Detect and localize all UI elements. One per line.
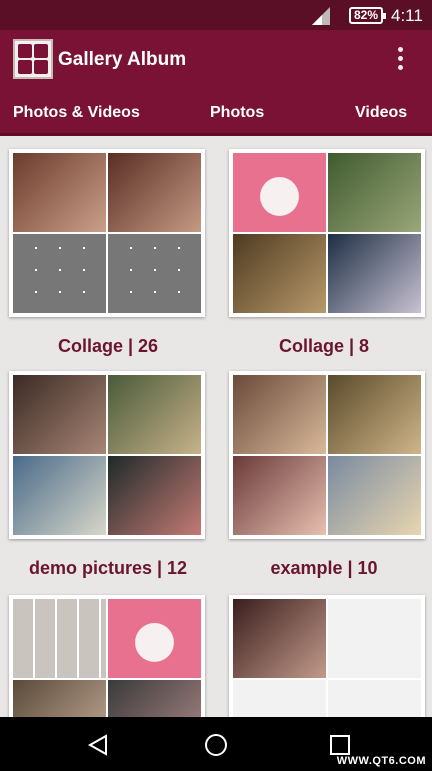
clock: 4:11	[391, 6, 423, 25]
collage-preview	[13, 599, 201, 717]
tab-photos-videos[interactable]: Photos & Videos	[13, 104, 140, 122]
app-bar: Gallery Album	[0, 30, 432, 90]
album-caption: demo pictures | 12	[28, 558, 188, 578]
home-icon[interactable]	[204, 733, 228, 757]
album-caption: Collage | 26	[57, 336, 159, 356]
album-grid: Collage | 26 Collage | 8 demo pictures |…	[0, 139, 432, 717]
album-thumbnail[interactable]	[229, 595, 425, 717]
overflow-menu-icon[interactable]	[390, 45, 410, 75]
tab-videos[interactable]: Videos	[355, 104, 407, 122]
album-caption: example | 10	[270, 558, 378, 578]
battery-indicator: 82%	[349, 7, 386, 24]
status-bar: 82% 4:11	[0, 0, 432, 30]
album-thumbnail[interactable]	[229, 149, 425, 317]
album-thumbnail[interactable]	[9, 595, 205, 717]
album-thumbnail[interactable]	[229, 371, 425, 539]
page-title: Gallery Album	[58, 49, 187, 70]
album-caption: Collage | 8	[278, 336, 370, 356]
navigation-bar: WWW.QT6.COM	[0, 717, 432, 771]
album-thumbnail[interactable]	[9, 149, 205, 317]
app-logo-icon	[13, 39, 53, 79]
signal-icon	[312, 7, 330, 25]
collage-preview	[233, 375, 421, 535]
collage-preview	[13, 375, 201, 535]
watermark: WWW.QT6.COM	[336, 755, 426, 767]
collage-preview	[13, 153, 201, 313]
collage-preview	[233, 153, 421, 313]
collage-preview	[233, 599, 421, 717]
recent-apps-icon[interactable]	[328, 733, 352, 757]
back-icon[interactable]	[86, 733, 110, 757]
tab-bar: Photos & Videos Photos Videos	[0, 90, 432, 136]
album-thumbnail[interactable]	[9, 371, 205, 539]
tab-photos[interactable]: Photos	[210, 104, 264, 122]
